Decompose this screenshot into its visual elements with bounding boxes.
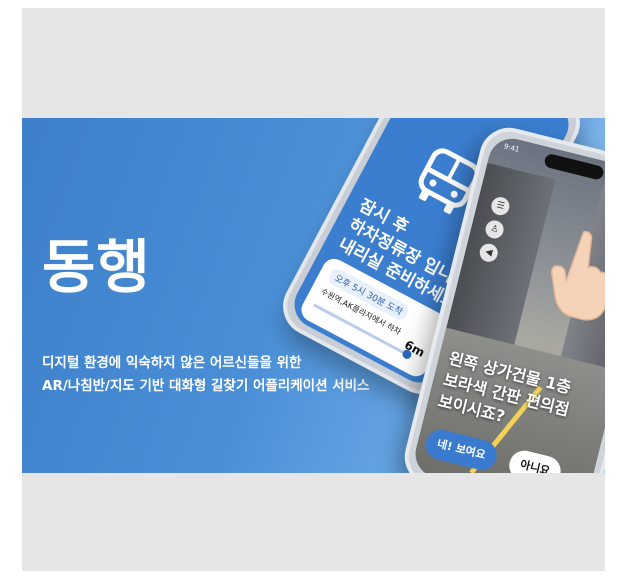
tagline-line-2: AR/나침반/지도 기반 대화형 길찾기 어플리케이션 서비스 bbox=[42, 378, 370, 394]
promo-banner: 동행 디지털 환경에 익숙하지 않은 어르신들을 위한 AR/나침반/지도 기반… bbox=[22, 118, 605, 473]
tagline: 디지털 환경에 익숙하지 않은 어르신들을 위한 AR/나침반/지도 기반 대화… bbox=[42, 352, 369, 398]
phone-notch bbox=[543, 152, 605, 181]
pointing-hand-icon bbox=[551, 231, 605, 321]
app-logo: 동행 bbox=[42, 233, 151, 301]
tagline-line-1: 디지털 환경에 익숙하지 않은 어르신들을 위한 bbox=[42, 355, 302, 371]
status-time: 9:41 bbox=[502, 142, 521, 154]
